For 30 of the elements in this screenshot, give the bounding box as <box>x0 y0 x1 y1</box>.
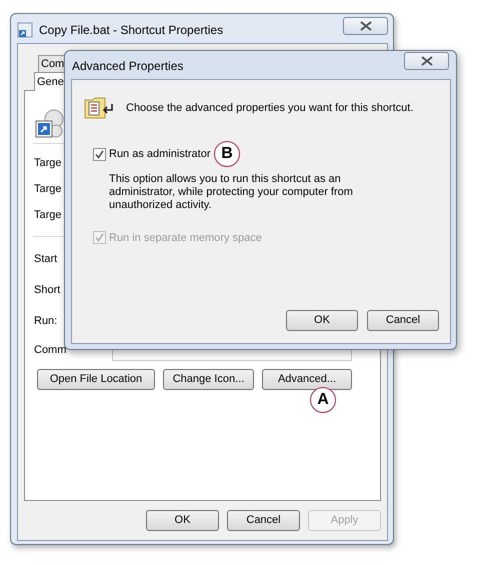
close-button[interactable] <box>343 17 388 35</box>
dialog-button[interactable]: Cancel <box>367 310 439 331</box>
field-label: Short <box>34 283 60 298</box>
checkbox-label: Run in separate memory space <box>109 230 262 246</box>
shortcut-icon <box>17 22 33 38</box>
field-label: Run: <box>34 314 58 329</box>
close-icon <box>360 21 372 31</box>
shortcut-icon <box>34 107 66 139</box>
option-description: This option allows you to run this shortcut as an administrator, while protecting your computer from unauthorized activity. <box>109 172 354 212</box>
dialog-button[interactable]: Advanced... <box>262 369 352 390</box>
tab[interactable]: Gene <box>34 72 64 91</box>
dialog-title: Advanced Properties <box>72 58 184 75</box>
tab[interactable]: Com <box>38 55 64 73</box>
folder-list-icon <box>84 96 114 120</box>
field-label: Targe <box>34 156 62 171</box>
close-icon <box>420 56 432 66</box>
field-label: Comm <box>34 343 66 358</box>
dialog-button[interactable]: Open File Location <box>37 369 155 390</box>
dialog-button[interactable]: OK <box>286 310 358 331</box>
dialog-button[interactable]: Change Icon... <box>163 369 254 390</box>
dialog-button[interactable]: OK <box>146 510 219 531</box>
field-label: Targe <box>34 182 62 197</box>
window-title: Copy File.bat - Shortcut Properties <box>39 22 224 39</box>
field-label: Start <box>34 252 58 267</box>
checkbox-label: Run as administrator <box>109 147 210 162</box>
close-button[interactable] <box>404 52 449 70</box>
checkbox[interactable] <box>93 148 106 161</box>
field-label: Targe <box>34 208 62 223</box>
dialog-button[interactable]: Cancel <box>227 510 300 531</box>
dialog-heading: Choose the advanced properties you want for this shortcut. <box>126 100 414 116</box>
